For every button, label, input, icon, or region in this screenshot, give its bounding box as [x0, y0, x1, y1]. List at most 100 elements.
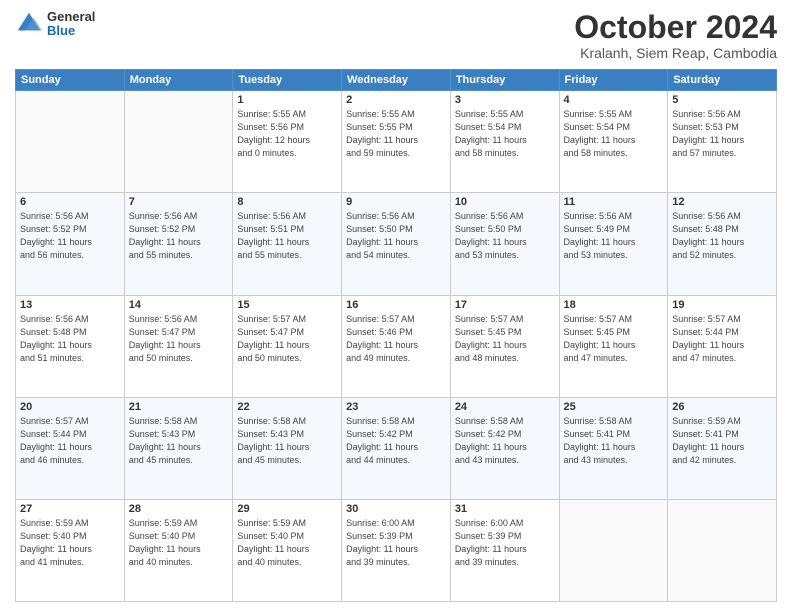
calendar-cell — [668, 499, 777, 601]
day-info: Sunrise: 5:59 AM Sunset: 5:41 PM Dayligh… — [672, 415, 772, 467]
calendar-week-5: 27 Sunrise: 5:59 AM Sunset: 5:40 PM Dayli… — [16, 499, 777, 601]
calendar-cell: 4Sunrise: 5:55 AM Sunset: 5:54 PM Daylig… — [559, 91, 668, 193]
calendar-week-4: 20 Sunrise: 5:57 AM Sunset: 5:44 PM Dayli… — [16, 397, 777, 499]
day-number: 1 — [237, 94, 337, 106]
day-number: 3 — [455, 94, 555, 106]
day-info: Sunrise: 5:56 AM Sunset: 5:49 PM Dayligh… — [564, 210, 664, 262]
title-block: October 2024 Kralanh, Siem Reap, Cambodi… — [574, 10, 777, 61]
calendar-week-2: 6 Sunrise: 5:56 AM Sunset: 5:52 PM Daylig… — [16, 193, 777, 295]
calendar-cell: 14 Sunrise: 5:56 AM Sunset: 5:47 PM Dayli… — [124, 295, 233, 397]
day-number: 17 — [455, 299, 555, 311]
calendar-week-3: 13 Sunrise: 5:56 AM Sunset: 5:48 PM Dayli… — [16, 295, 777, 397]
day-info: Sunrise: 5:58 AM Sunset: 5:41 PM Dayligh… — [564, 415, 664, 467]
day-info: Sunrise: 5:59 AM Sunset: 5:40 PM Dayligh… — [237, 517, 337, 569]
day-number: 25 — [564, 401, 664, 413]
calendar-cell: 25 Sunrise: 5:58 AM Sunset: 5:41 PM Dayli… — [559, 397, 668, 499]
calendar-cell: 5Sunrise: 5:56 AM Sunset: 5:53 PM Daylig… — [668, 91, 777, 193]
calendar-cell: 16Sunrise: 5:57 AM Sunset: 5:46 PM Dayli… — [342, 295, 451, 397]
day-info: Sunrise: 5:56 AM Sunset: 5:48 PM Dayligh… — [672, 210, 772, 262]
calendar-week-1: 1 Sunrise: 5:55 AM Sunset: 5:56 PM Daylig… — [16, 91, 777, 193]
day-number: 23 — [346, 401, 446, 413]
calendar-cell: 27 Sunrise: 5:59 AM Sunset: 5:40 PM Dayli… — [16, 499, 125, 601]
day-info: Sunrise: 5:57 AM Sunset: 5:44 PM Dayligh… — [20, 415, 120, 467]
day-info: Sunrise: 5:59 AM Sunset: 5:40 PM Dayligh… — [129, 517, 229, 569]
calendar-cell: 28 Sunrise: 5:59 AM Sunset: 5:40 PM Dayli… — [124, 499, 233, 601]
logo: General Blue — [15, 10, 95, 39]
day-info: Sunrise: 5:58 AM Sunset: 5:43 PM Dayligh… — [129, 415, 229, 467]
day-info: Sunrise: 5:55 AM Sunset: 5:55 PM Dayligh… — [346, 108, 446, 160]
calendar-cell: 29Sunrise: 5:59 AM Sunset: 5:40 PM Dayli… — [233, 499, 342, 601]
day-info: Sunrise: 5:58 AM Sunset: 5:42 PM Dayligh… — [455, 415, 555, 467]
day-number: 22 — [237, 401, 337, 413]
day-info: Sunrise: 6:00 AM Sunset: 5:39 PM Dayligh… — [455, 517, 555, 569]
day-number: 18 — [564, 299, 664, 311]
calendar-cell: 6 Sunrise: 5:56 AM Sunset: 5:52 PM Daylig… — [16, 193, 125, 295]
day-info: Sunrise: 5:57 AM Sunset: 5:44 PM Dayligh… — [672, 313, 772, 365]
day-number: 24 — [455, 401, 555, 413]
calendar-cell: 12Sunrise: 5:56 AM Sunset: 5:48 PM Dayli… — [668, 193, 777, 295]
weekday-header-monday: Monday — [124, 70, 233, 91]
day-info: Sunrise: 5:58 AM Sunset: 5:42 PM Dayligh… — [346, 415, 446, 467]
calendar-cell: 19 Sunrise: 5:57 AM Sunset: 5:44 PM Dayli… — [668, 295, 777, 397]
day-number: 15 — [237, 299, 337, 311]
calendar-cell: 7 Sunrise: 5:56 AM Sunset: 5:52 PM Daylig… — [124, 193, 233, 295]
day-info: Sunrise: 5:56 AM Sunset: 5:53 PM Dayligh… — [672, 108, 772, 160]
day-info: Sunrise: 5:57 AM Sunset: 5:46 PM Dayligh… — [346, 313, 446, 365]
weekday-header-saturday: Saturday — [668, 70, 777, 91]
day-info: Sunrise: 5:56 AM Sunset: 5:50 PM Dayligh… — [346, 210, 446, 262]
calendar-cell — [124, 91, 233, 193]
day-info: Sunrise: 5:55 AM Sunset: 5:56 PM Dayligh… — [237, 108, 337, 160]
calendar-cell: 8Sunrise: 5:56 AM Sunset: 5:51 PM Daylig… — [233, 193, 342, 295]
day-info: Sunrise: 5:57 AM Sunset: 5:47 PM Dayligh… — [237, 313, 337, 365]
day-number: 31 — [455, 503, 555, 515]
day-number: 13 — [20, 299, 120, 311]
day-info: Sunrise: 5:56 AM Sunset: 5:47 PM Dayligh… — [129, 313, 229, 365]
day-info: Sunrise: 5:57 AM Sunset: 5:45 PM Dayligh… — [564, 313, 664, 365]
calendar-cell: 9 Sunrise: 5:56 AM Sunset: 5:50 PM Daylig… — [342, 193, 451, 295]
day-number: 14 — [129, 299, 229, 311]
logo-blue: Blue — [47, 24, 95, 38]
calendar-cell: 31 Sunrise: 6:00 AM Sunset: 5:39 PM Dayli… — [450, 499, 559, 601]
header: General Blue October 2024 Kralanh, Siem … — [15, 10, 777, 61]
day-number: 26 — [672, 401, 772, 413]
logo-icon — [15, 10, 43, 38]
day-info: Sunrise: 6:00 AM Sunset: 5:39 PM Dayligh… — [346, 517, 446, 569]
month-title: October 2024 — [574, 10, 777, 45]
logo-general: General — [47, 10, 95, 24]
day-number: 7 — [129, 196, 229, 208]
day-number: 21 — [129, 401, 229, 413]
weekday-header-tuesday: Tuesday — [233, 70, 342, 91]
page: General Blue October 2024 Kralanh, Siem … — [0, 0, 792, 612]
calendar-cell: 10Sunrise: 5:56 AM Sunset: 5:50 PM Dayli… — [450, 193, 559, 295]
weekday-header-thursday: Thursday — [450, 70, 559, 91]
weekday-header-friday: Friday — [559, 70, 668, 91]
day-info: Sunrise: 5:56 AM Sunset: 5:52 PM Dayligh… — [20, 210, 120, 262]
day-info: Sunrise: 5:55 AM Sunset: 5:54 PM Dayligh… — [455, 108, 555, 160]
day-number: 28 — [129, 503, 229, 515]
calendar-cell: 30Sunrise: 6:00 AM Sunset: 5:39 PM Dayli… — [342, 499, 451, 601]
day-number: 6 — [20, 196, 120, 208]
day-number: 10 — [455, 196, 555, 208]
calendar-cell: 13 Sunrise: 5:56 AM Sunset: 5:48 PM Dayli… — [16, 295, 125, 397]
day-info: Sunrise: 5:56 AM Sunset: 5:48 PM Dayligh… — [20, 313, 120, 365]
calendar-cell — [559, 499, 668, 601]
calendar-cell: 15 Sunrise: 5:57 AM Sunset: 5:47 PM Dayli… — [233, 295, 342, 397]
calendar-cell: 1 Sunrise: 5:55 AM Sunset: 5:56 PM Daylig… — [233, 91, 342, 193]
calendar-cell: 24 Sunrise: 5:58 AM Sunset: 5:42 PM Dayli… — [450, 397, 559, 499]
calendar-cell: 21 Sunrise: 5:58 AM Sunset: 5:43 PM Dayli… — [124, 397, 233, 499]
calendar-cell: 3 Sunrise: 5:55 AM Sunset: 5:54 PM Daylig… — [450, 91, 559, 193]
weekday-header-wednesday: Wednesday — [342, 70, 451, 91]
calendar-cell: 11Sunrise: 5:56 AM Sunset: 5:49 PM Dayli… — [559, 193, 668, 295]
day-number: 27 — [20, 503, 120, 515]
day-info: Sunrise: 5:58 AM Sunset: 5:43 PM Dayligh… — [237, 415, 337, 467]
day-number: 2 — [346, 94, 446, 106]
day-number: 9 — [346, 196, 446, 208]
day-number: 20 — [20, 401, 120, 413]
day-number: 19 — [672, 299, 772, 311]
calendar-cell: 18 Sunrise: 5:57 AM Sunset: 5:45 PM Dayli… — [559, 295, 668, 397]
day-info: Sunrise: 5:57 AM Sunset: 5:45 PM Dayligh… — [455, 313, 555, 365]
calendar-cell: 20 Sunrise: 5:57 AM Sunset: 5:44 PM Dayli… — [16, 397, 125, 499]
day-info: Sunrise: 5:56 AM Sunset: 5:52 PM Dayligh… — [129, 210, 229, 262]
day-info: Sunrise: 5:59 AM Sunset: 5:40 PM Dayligh… — [20, 517, 120, 569]
calendar-cell: 2 Sunrise: 5:55 AM Sunset: 5:55 PM Daylig… — [342, 91, 451, 193]
